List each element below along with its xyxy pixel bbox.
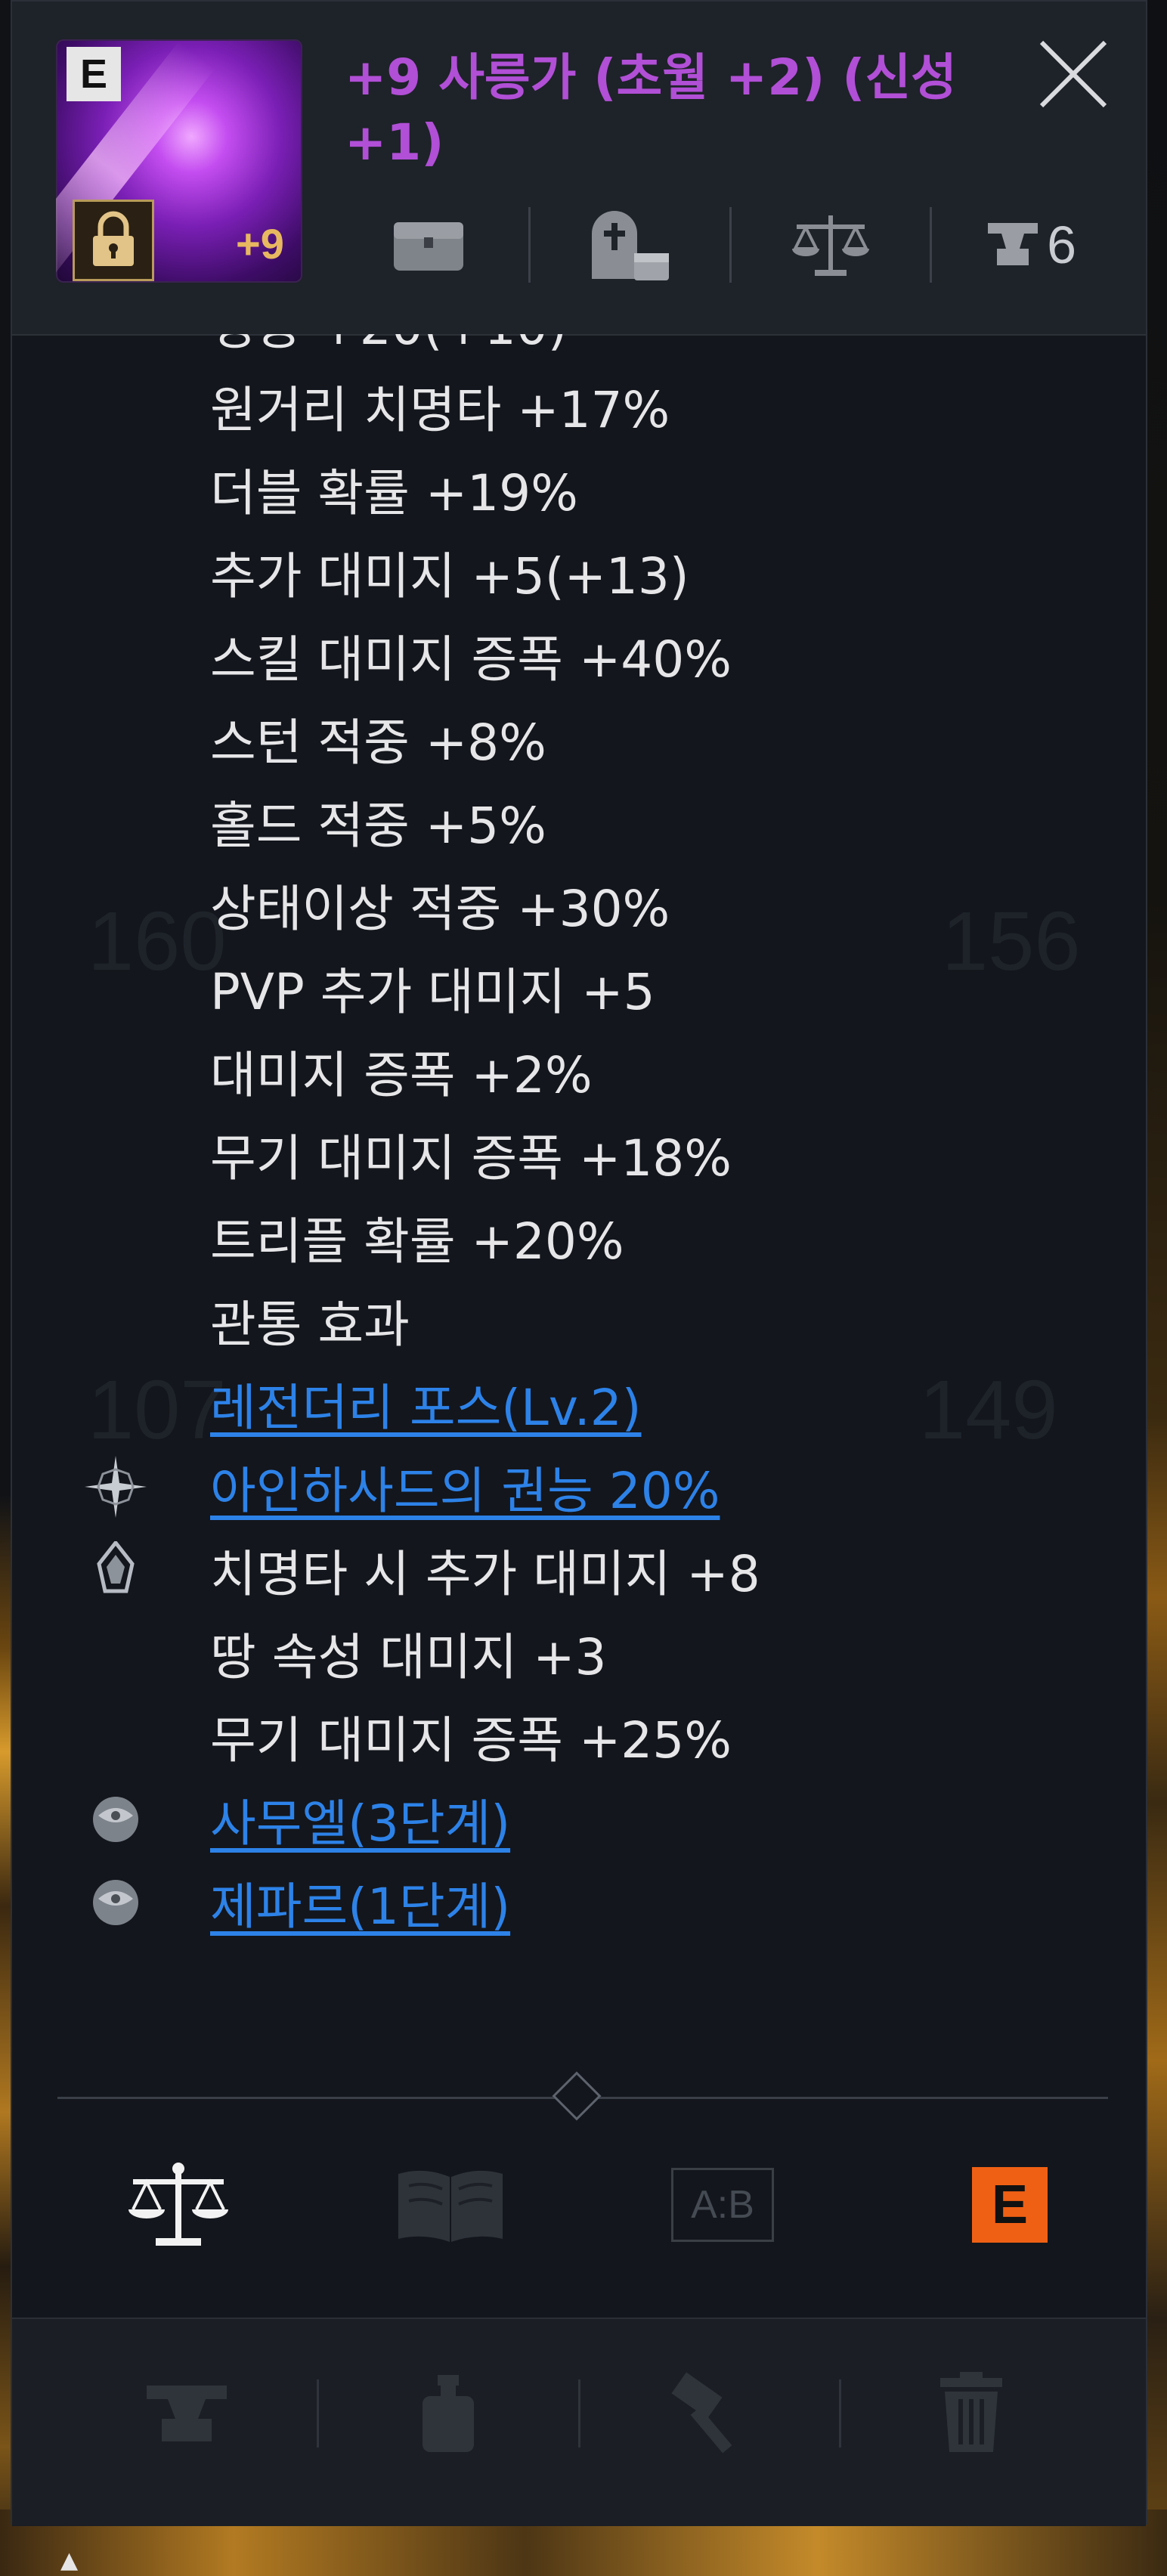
star-marker-icon: ▲ [60,2547,79,2574]
stat-row: 명중 +20(+10) [12,334,1146,364]
grade-badge: E [67,47,121,101]
stat-row: 관통 효과 [210,1296,410,1354]
stat-row: 원거리 치명타 +17% [210,381,670,439]
stat-row: 더블 확률 +19% [210,464,578,522]
stat-row: 대미지 증폭 +2% [210,1046,593,1104]
stat-row: 추가 대미지 +5(+13) [210,547,689,605]
stat-row: 스킬 대미지 증폭 +40% [210,630,732,689]
zephar-link[interactable]: 제파르(1단계) [12,1861,1146,1944]
footer-action-bar [12,2317,1146,2526]
gem-drop-icon [82,1536,150,1604]
stat-row: PVP 추가 대미지 +5 [210,963,655,1021]
scale-compare-icon[interactable] [732,200,930,290]
stat-row: 무기 대미지 증폭 +25% [210,1711,732,1769]
anvil-button[interactable] [57,2357,317,2470]
scale-icon [128,2163,228,2246]
item-name: +9 사릉가 (초월 +2) (신성 +1) [345,48,957,172]
hammer-button[interactable] [580,2357,840,2470]
trash-button[interactable] [841,2357,1100,2470]
einhasad-power-link[interactable]: 아인하사드의 권능 20% [12,1445,1146,1528]
orb-icon [82,1869,150,1937]
stat-row: 땅 속성 대미지 +3 [210,1628,607,1686]
grade-e-tab: E [972,2167,1048,2243]
enchant-level: +9 [236,220,284,268]
tooltip-tabs: A:B E [73,2148,1085,2262]
potion-button[interactable] [319,2357,578,2470]
tab-scale[interactable] [118,2148,239,2262]
close-icon [1039,40,1107,108]
close-button[interactable] [1035,36,1111,112]
tab-book[interactable] [390,2148,511,2262]
stat-row: 상태이상 적중 +30% [210,880,670,938]
stat-row: 트리플 확률 +20% [210,1212,624,1271]
stat-scroll-area[interactable]: 160 156 107 149 명중 +20(+10) 원거리 치명타 +17%… [12,334,1146,2103]
sparkle-icon [82,1453,150,1521]
compare-label: A:B [671,2168,774,2242]
item-tooltip-panel: E +9 +9 사릉가 (초월 +2) (신성 +1) 6 160 156 10… [11,0,1147,2526]
stat-row: 스턴 적중 +8% [210,714,546,772]
stat-row: 홀드 적중 +5% [210,797,546,855]
stat-list: 명중 +20(+10) 원거리 치명타 +17% 더블 확률 +19% 추가 대… [12,334,1146,1944]
lock-icon[interactable] [73,200,154,281]
legendary-force-link[interactable]: 레전더리 포스(Lv.2) [12,1362,1146,1445]
hammer-icon [671,2372,732,2454]
trash-icon [939,2372,1002,2452]
stat-row: 치명타 시 추가 대미지 +8 [12,1528,1146,1612]
orb-icon [82,1785,150,1853]
tab-grade[interactable]: E [949,2148,1070,2262]
book-icon [398,2170,503,2242]
storage-chest-icon[interactable] [330,200,528,290]
samuel-link[interactable]: 사무엘(3단계) [12,1778,1146,1861]
stat-row: 무기 대미지 증폭 +18% [210,1129,732,1187]
anvil-icon [988,223,1039,265]
item-header: E +9 +9 사릉가 (초월 +2) (신성 +1) 6 [12,2,1146,336]
potion-icon [423,2375,475,2452]
header-action-bar: 6 [330,200,1131,290]
anvil-count[interactable]: 6 [932,200,1131,290]
anvil-count-value: 6 [1047,215,1077,274]
grave-recovery-icon[interactable] [531,200,729,290]
tab-compare[interactable]: A:B [662,2148,783,2262]
anvil-icon [147,2386,228,2441]
